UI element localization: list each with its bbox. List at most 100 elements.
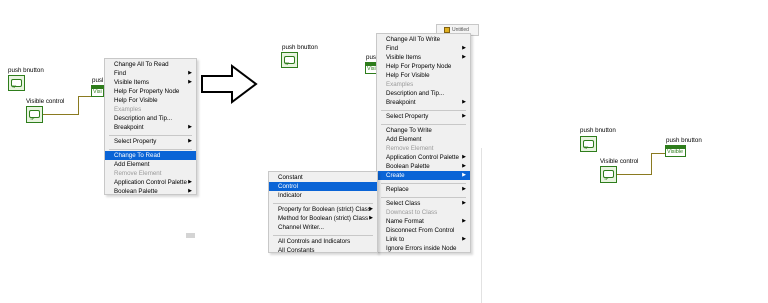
menu-item-change-to-read[interactable]: Change To Read — [105, 151, 196, 160]
menu-item-help-for-property-node[interactable]: Help For Property Node — [105, 87, 196, 96]
menu-item-label: Select Class — [386, 200, 421, 207]
menu-item-boolean-palette[interactable]: Boolean Palette ▶ — [105, 187, 196, 196]
menu-item-label: Remove Element — [386, 145, 434, 152]
push-button-label: push bnutton — [282, 44, 318, 51]
menu-item-constant[interactable]: Constant — [269, 173, 377, 182]
menu-item-label: Help For Visible — [386, 72, 430, 79]
submenu-arrow-icon: ▶ — [462, 200, 466, 206]
menu-item-downcast-to-class: Downcast to Class — [377, 208, 470, 217]
menu-item-label: Select Property — [114, 138, 157, 145]
wire[interactable] — [651, 153, 652, 175]
menu-item-change-all-to-write[interactable]: Change All To Write — [377, 35, 470, 44]
push-button-terminal[interactable]: TF — [8, 75, 25, 91]
wire[interactable] — [78, 96, 79, 115]
menu-item-replace[interactable]: Replace ▶ — [377, 185, 470, 194]
visible-control-terminal[interactable]: TF — [26, 106, 43, 123]
menu-item-label: Boolean Palette — [386, 163, 430, 170]
menu-item-find[interactable]: Find ▶ — [377, 44, 470, 53]
property-node[interactable]: Visible — [665, 145, 686, 157]
menu-item-help-for-visible[interactable]: Help For Visible — [377, 71, 470, 80]
menu-item-visible-items[interactable]: Visible Items ▶ — [105, 78, 196, 87]
menu-item-find[interactable]: Find ▶ — [105, 69, 196, 78]
menu-item-label: Control — [278, 183, 298, 190]
arrow-icon — [200, 64, 258, 104]
submenu-arrow-icon: ▶ — [462, 99, 466, 105]
menu-item-label: Create — [386, 172, 405, 179]
menu-item-application-control-palette[interactable]: Application Control Palette ▶ — [105, 178, 196, 187]
menu-item-add-element[interactable]: Add Element — [105, 160, 196, 169]
menu-item-channel-writer[interactable]: Channel Writer... — [269, 223, 377, 232]
wire[interactable] — [651, 153, 666, 154]
submenu-arrow-icon: ▶ — [188, 79, 192, 85]
menu-item-label: Add Element — [114, 161, 150, 168]
submenu-arrow-icon: ▶ — [188, 188, 192, 194]
menu-item-name-format[interactable]: Name Format ▶ — [377, 217, 470, 226]
menu-item-label: Find — [114, 70, 127, 77]
wire[interactable] — [78, 96, 92, 97]
menu-item-label: Examples — [114, 106, 142, 113]
menu-item-select-class[interactable]: Select Class ▶ — [377, 199, 470, 208]
menu-item-change-all-to-read[interactable]: Change All To Read — [105, 60, 196, 69]
menu-item-breakpoint[interactable]: Breakpoint ▶ — [105, 123, 196, 132]
wire[interactable] — [43, 114, 78, 115]
menu-item-label: Help For Property Node — [114, 88, 180, 95]
visible-control-terminal[interactable]: TF — [600, 166, 617, 183]
menu-item-link-to[interactable]: Link to ▶ — [377, 235, 470, 244]
menu-item-remove-element: Remove Element — [105, 169, 196, 178]
menu-item-description-and-tip[interactable]: Description and Tip... — [377, 89, 470, 98]
submenu-arrow-icon: ▶ — [462, 236, 466, 242]
menu-item-label: Channel Writer... — [278, 224, 324, 231]
menu-item-all-constants[interactable]: All Constants — [269, 246, 377, 255]
menu-item-label: Remove Element — [114, 170, 162, 177]
menu-item-label: Change To Write — [386, 127, 432, 134]
tf-label: TF — [12, 85, 17, 89]
menu-item-select-property[interactable]: Select Property ▶ — [377, 112, 470, 121]
push-button-terminal[interactable]: TF — [281, 52, 298, 68]
menu-item-label: Visible Items — [386, 54, 421, 61]
wire[interactable] — [617, 174, 651, 175]
menu-separator — [273, 203, 373, 204]
menu-item-property-for-boolean-strict-class[interactable]: Property for Boolean (strict) Class ▶ — [269, 205, 377, 214]
property-visible: Visi — [93, 89, 102, 95]
menu-item-disconnect-from-control[interactable]: Disconnect From Control — [377, 226, 470, 235]
property-visible: Visible — [667, 149, 684, 155]
menu-item-label: All Controls and Indicators — [278, 238, 351, 245]
menu-item-label: Change All To Read — [114, 61, 169, 68]
property-node[interactable]: Visi — [91, 85, 104, 97]
menu-item-visible-items[interactable]: Visible Items ▶ — [377, 53, 470, 62]
menu-separator — [273, 235, 373, 236]
menu-item-change-to-write[interactable]: Change To Write — [377, 126, 470, 135]
visible-control-label: Visible control — [26, 98, 65, 105]
menu-item-help-for-visible[interactable]: Help For Visible — [105, 96, 196, 105]
menu-item-indicator[interactable]: Indicator — [269, 191, 377, 200]
property-node-label: push bnutton — [666, 137, 702, 144]
menu-item-ignore-errors-inside-node[interactable]: Ignore Errors inside Node — [377, 244, 470, 253]
menu-item-add-element[interactable]: Add Element — [377, 135, 470, 144]
menu-item-label: Change All To Write — [386, 36, 441, 43]
menu-separator — [109, 149, 192, 150]
submenu-arrow-icon: ▶ — [188, 124, 192, 130]
menu-item-control[interactable]: Control — [269, 182, 377, 191]
menu-item-examples: Examples — [377, 80, 470, 89]
menu-item-label: Description and Tip... — [386, 90, 445, 97]
menu-item-all-controls-and-indicators[interactable]: All Controls and Indicators — [269, 237, 377, 246]
submenu-arrow-icon: ▶ — [188, 70, 192, 76]
context-menu: Change All To Write Find ▶ Visible Items ▶ He… — [376, 33, 471, 253]
menu-item-label: Constant — [278, 174, 303, 181]
menu-item-boolean-palette[interactable]: Boolean Palette ▶ — [377, 162, 470, 171]
menu-item-breakpoint[interactable]: Breakpoint ▶ — [377, 98, 470, 107]
push-button-label: push bnutton — [8, 67, 44, 74]
menu-item-label: Description and Tip... — [114, 115, 173, 122]
submenu-arrow-icon: ▶ — [188, 179, 192, 185]
menu-item-help-for-property-node[interactable]: Help For Property Node — [377, 62, 470, 71]
menu-item-label: Select Property — [386, 113, 429, 120]
push-button-label: push bnutton — [580, 127, 616, 134]
menu-item-application-control-palette[interactable]: Application Control Palette ▶ — [377, 153, 470, 162]
menu-item-method-for-boolean-strict-class[interactable]: Method for Boolean (strict) Class ▶ — [269, 214, 377, 223]
menu-item-label: Method for Boolean (strict) Class — [278, 215, 369, 222]
menu-item-label: All Constants — [278, 247, 315, 254]
menu-item-select-property[interactable]: Select Property ▶ — [105, 137, 196, 146]
menu-item-description-and-tip[interactable]: Description and Tip... — [105, 114, 196, 123]
menu-item-create[interactable]: Create ▶ — [377, 171, 470, 180]
push-button-terminal[interactable]: TF — [580, 136, 597, 152]
